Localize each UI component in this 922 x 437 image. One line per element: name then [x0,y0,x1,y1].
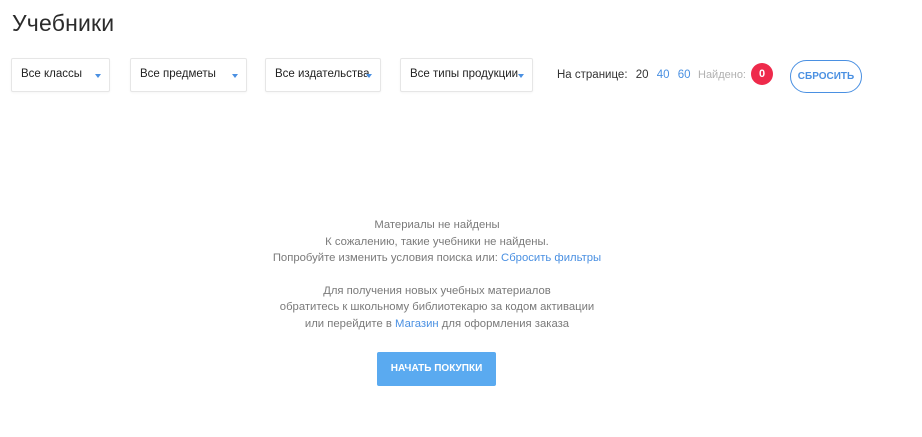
product-type-filter-dropdown[interactable]: Все типы продукции [400,58,533,92]
page-title: Учебники [12,10,115,36]
empty-state-info-line2: обратитесь к школьному библиотекарю за к… [279,301,595,313]
empty-state-message: К сожалению, такие учебники не найдены. [325,235,549,248]
product-type-filter-label: Все типы продукции [410,68,519,80]
start-shopping-button[interactable]: НАЧАТЬ ПОКУПКИ [377,352,496,386]
subject-filter-label: Все предметы [140,68,216,80]
per-page-option-20[interactable]: 20 [636,69,649,81]
class-filter-dropdown[interactable]: Все классы [11,58,110,92]
empty-state-info-line1: Для получения новых учебных материалов [323,284,551,297]
chevron-down-icon [518,74,524,78]
chevron-down-icon [366,74,372,78]
empty-state: Материалы не найдены К сожалению, такие … [0,217,874,332]
found-count-badge: 0 [751,63,773,85]
empty-state-hint-text: Попробуйте изменить условия поиска или: [272,252,498,264]
empty-state-info-line3: или перейдите в Магазин для оформления з… [0,316,874,333]
per-page-option-60[interactable]: 60 [678,69,691,81]
class-filter-label: Все классы [21,68,83,80]
per-page-option-40[interactable]: 40 [657,69,670,81]
per-page-label: На странице: [557,69,628,81]
chevron-down-icon [232,74,238,78]
shop-hint-prefix: или перейдите в [304,317,392,330]
reset-button[interactable]: СБРОСИТЬ [790,60,862,93]
reset-filters-link[interactable]: Сбросить фильтры [501,252,601,264]
publisher-filter-label: Все издательства [275,68,370,80]
found-label: Найдено: [698,69,746,81]
per-page-selector: На странице: 20 40 60 [557,69,691,81]
subject-filter-dropdown[interactable]: Все предметы [130,58,247,92]
shop-hint-suffix: для оформления заказа [441,317,570,330]
empty-state-title: Материалы не найдены [374,219,500,231]
publisher-filter-dropdown[interactable]: Все издательства [265,58,381,92]
chevron-down-icon [95,74,101,78]
empty-state-hint: Попробуйте изменить условия поиска или: … [0,250,874,267]
shop-link[interactable]: Магазин [395,318,439,330]
